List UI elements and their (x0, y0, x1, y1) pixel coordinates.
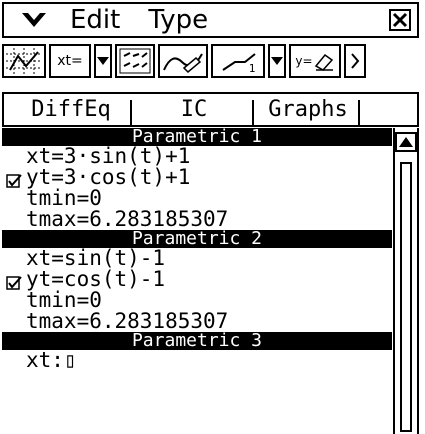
scroll-up-button[interactable] (395, 132, 417, 152)
list-item[interactable]: Parametric 1 xt=3·sin(t)+1 yt=3·cos(t)+1… (2, 128, 392, 230)
eraser-icon (314, 53, 333, 71)
tab-diffeq-label: DiffEq (31, 96, 111, 122)
tab-ic[interactable]: IC (138, 94, 250, 124)
equation-line[interactable]: xt=sin(t)-1 (26, 248, 392, 269)
chevron-right-icon (351, 53, 360, 69)
list-item[interactable]: Parametric 2 xt=sin(t)-1 yt=cos(t)-1 tmi… (2, 230, 392, 332)
tab-diffeq[interactable]: DiffEq (12, 94, 130, 124)
equation-line[interactable]: tmin=0 (26, 188, 392, 209)
curve-draw-icon (163, 53, 203, 74)
grid-graph-icon (6, 48, 42, 74)
xt-button[interactable]: xt= (49, 44, 91, 78)
xt-button-label: xt= (57, 53, 83, 69)
equation-line[interactable]: yt=cos(t)-1 (26, 269, 392, 290)
scroll-up-icon (399, 137, 413, 147)
checkbox-checked-icon[interactable] (6, 276, 22, 290)
line-sub1-button[interactable]: 1 (211, 44, 265, 78)
equation-line[interactable]: tmax=6.283185307 (26, 209, 392, 230)
scrollbar[interactable] (393, 128, 419, 434)
dropdown-arrow-icon (97, 57, 109, 65)
equation-line[interactable]: tmax=6.283185307 (26, 311, 392, 332)
app-window: Edit Type xt= 1 y= DiffEq IC Graphs Para… (0, 0, 425, 434)
slope-field-button[interactable] (115, 44, 155, 78)
trace-graph-button[interactable] (158, 44, 208, 78)
tab-baseline (2, 125, 419, 127)
y-button-label: y= (295, 54, 313, 68)
scroll-track[interactable] (400, 162, 412, 432)
equation-entry[interactable]: xt:▯ (2, 350, 392, 371)
toolbar: xt= 1 y= (2, 44, 419, 78)
equation-list[interactable]: Parametric 1 xt=3·sin(t)+1 yt=3·cos(t)+1… (2, 128, 392, 434)
line-sub-label: 1 (248, 61, 256, 75)
y-eraser-button[interactable]: y= (289, 44, 341, 78)
equation-line[interactable]: xt=3·sin(t)+1 (26, 146, 392, 167)
list-item[interactable]: Parametric 3 xt:▯ (2, 332, 392, 371)
tab-graphs-label: Graphs (268, 96, 348, 122)
menu-type[interactable]: Type (148, 5, 208, 35)
xt-dropdown[interactable] (94, 44, 112, 78)
line-dropdown[interactable] (268, 44, 286, 78)
slope-field-icon (119, 48, 151, 74)
toolbar-more-button[interactable] (344, 44, 366, 78)
equation-input-line[interactable]: xt:▯ (26, 350, 392, 371)
dropdown-arrow-icon (271, 57, 283, 65)
equation-line[interactable]: tmin=0 (26, 290, 392, 311)
close-button[interactable] (389, 9, 411, 31)
chevron-down-icon (22, 13, 46, 27)
equation-line[interactable]: yt=3·cos(t)+1 (26, 167, 392, 188)
menu-edit[interactable]: Edit (70, 5, 120, 35)
equation-entry[interactable]: xt=sin(t)-1 yt=cos(t)-1 tmin=0 tmax=6.28… (2, 248, 392, 332)
checkbox-checked-icon[interactable] (6, 174, 22, 188)
graph-grid-button[interactable] (2, 44, 46, 78)
menu-arrow-button[interactable] (4, 4, 64, 36)
close-icon (392, 12, 408, 28)
equation-entry[interactable]: xt=3·sin(t)+1 yt=3·cos(t)+1 tmin=0 tmax=… (2, 146, 392, 230)
menu-bar: Edit Type (2, 2, 419, 38)
tab-graphs[interactable]: Graphs (258, 94, 358, 124)
tab-ic-label: IC (180, 96, 208, 122)
tab-bar: DiffEq IC Graphs (2, 92, 419, 126)
tab-divider (130, 100, 132, 126)
tab-divider (358, 100, 360, 126)
tab-divider (252, 100, 254, 126)
